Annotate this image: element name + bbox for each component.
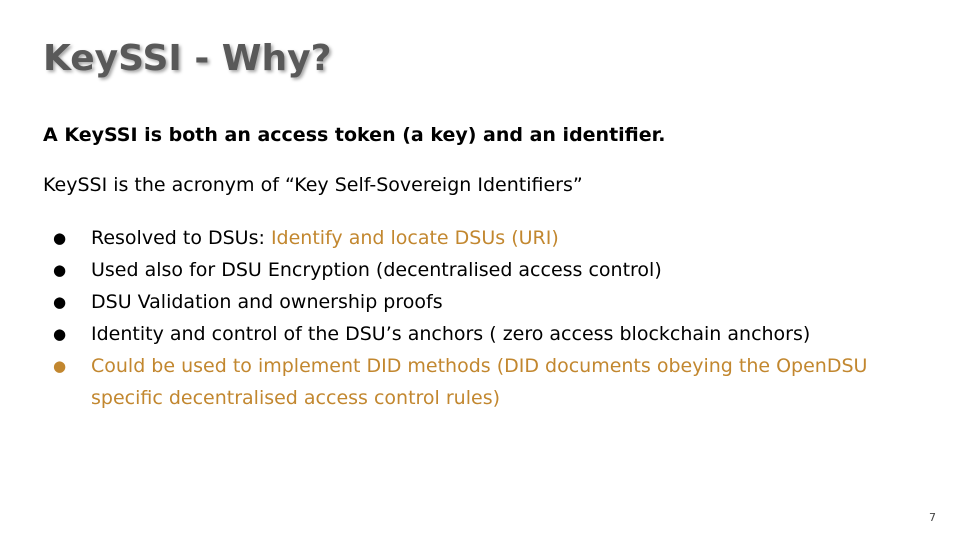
bullet-dot-icon: ● bbox=[53, 229, 67, 247]
bullet-item: ● Resolved to DSUs: Identify and locate … bbox=[48, 222, 928, 254]
bullet-highlight: Could be used to implement DID methods (… bbox=[91, 355, 868, 409]
bullet-dot-icon: ● bbox=[53, 357, 67, 375]
bullet-highlight: Identify and locate DSUs (URI) bbox=[270, 227, 559, 249]
lead-statement: A KeySSI is both an access token (a key)… bbox=[43, 124, 666, 146]
bullet-text: Identity and control of the DSU’s anchor… bbox=[91, 323, 811, 345]
bullet-item: ● Used also for DSU Encryption (decentra… bbox=[48, 254, 928, 286]
bullet-dot-icon: ● bbox=[53, 261, 67, 279]
bullet-text: Resolved to DSUs: bbox=[91, 227, 271, 249]
bullet-text: Used also for DSU Encryption (decentrali… bbox=[91, 259, 662, 281]
bullet-dot-icon: ● bbox=[53, 325, 67, 343]
bullet-list: ● Resolved to DSUs: Identify and locate … bbox=[48, 222, 928, 414]
bullet-item: ● Could be used to implement DID methods… bbox=[48, 350, 928, 414]
slide-title: KeySSI - Why? bbox=[43, 38, 332, 79]
slide: KeySSI - Why? A KeySSI is both an access… bbox=[0, 0, 960, 540]
bullet-item: ● Identity and control of the DSU’s anch… bbox=[48, 318, 928, 350]
bullet-item: ● DSU Validation and ownership proofs bbox=[48, 286, 928, 318]
bullet-dot-icon: ● bbox=[53, 293, 67, 311]
page-number: 7 bbox=[929, 511, 936, 524]
acronym-statement: KeySSI is the acronym of “Key Self-Sover… bbox=[43, 174, 583, 196]
bullet-text: DSU Validation and ownership proofs bbox=[91, 291, 443, 313]
